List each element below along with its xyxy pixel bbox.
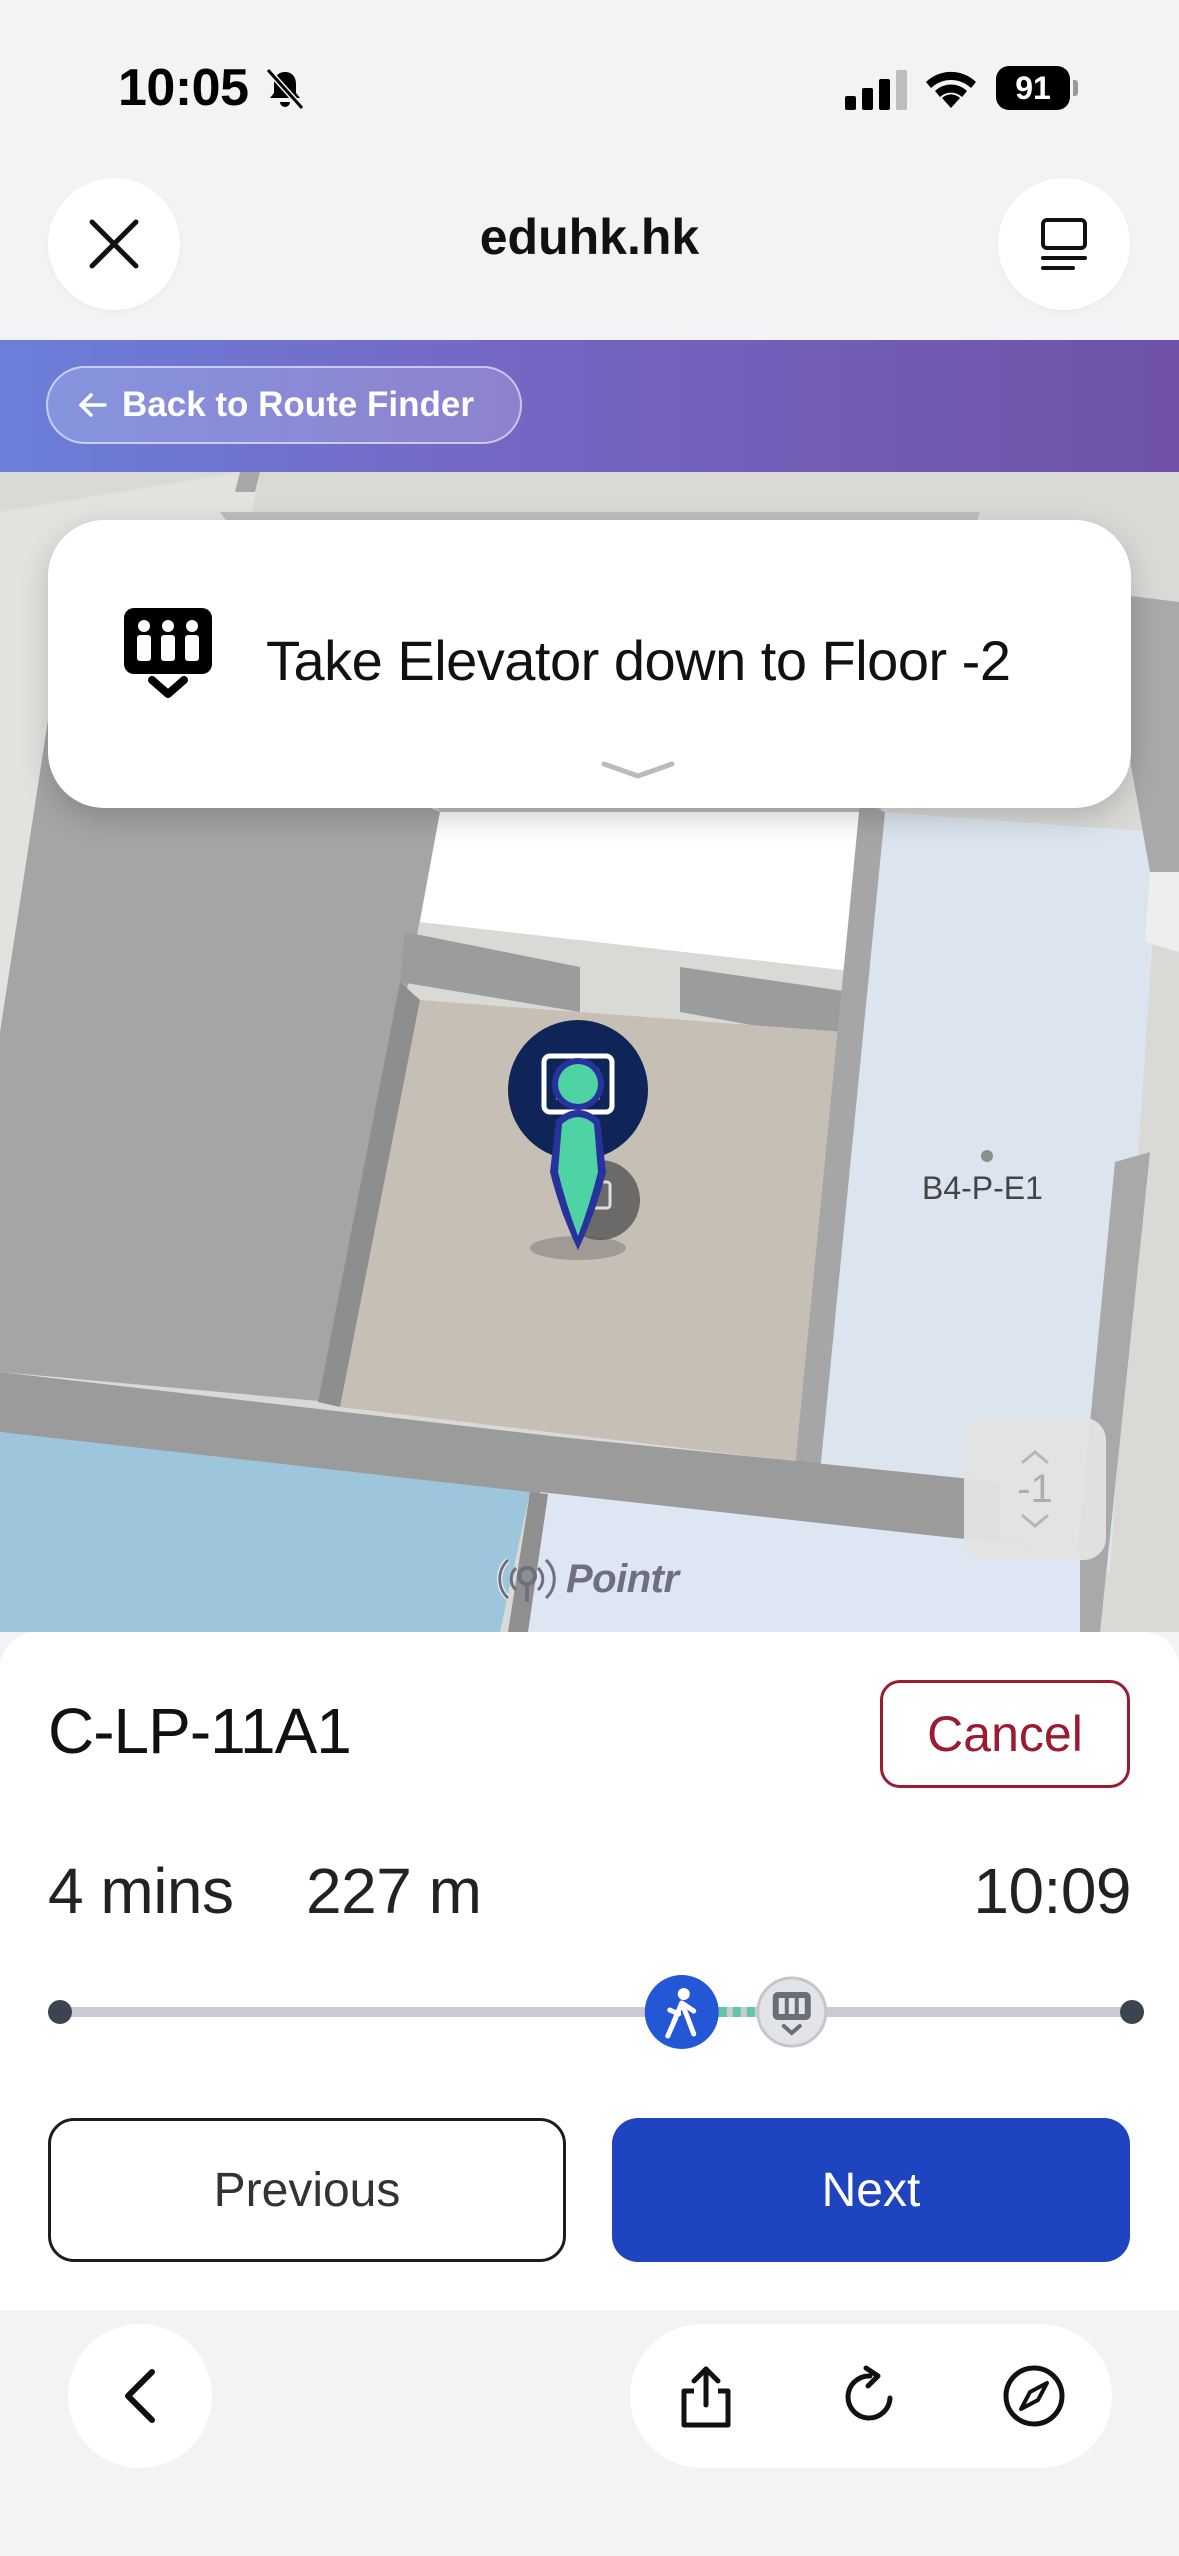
compass-icon [1003,2365,1065,2427]
reload-button[interactable] [834,2360,906,2432]
end-dot [1120,2000,1144,2024]
chevron-down-icon[interactable] [1020,1513,1050,1529]
instruction-text: Take Elevator down to Floor -2 [266,629,1011,692]
start-dot [48,2000,72,2024]
pointr-logo: Pointr [494,1544,684,1614]
route-duration: 4 mins [48,1855,234,1927]
wifi-icon [926,71,976,108]
arrow-left-icon [79,393,107,417]
battery-icon: 91 [996,66,1078,110]
route-banner: Back to Route Finder [0,340,1179,472]
next-button[interactable]: Next [612,2118,1130,2262]
indoor-map[interactable]: B4-P-E1 Take Elevator down to Floor -2 -… [0,472,1179,1632]
chevron-up-icon[interactable] [1020,1449,1050,1465]
elevator-step-icon [756,1976,828,2048]
back-to-route-finder-label: Back to Route Finder [122,385,474,424]
route-distance: 227 m [306,1855,482,1927]
compass-button[interactable] [998,2360,1070,2432]
cancel-button[interactable]: Cancel [880,1680,1130,1788]
status-bar: 10:05 91 [0,0,1179,150]
walking-person-icon [644,1975,719,2049]
floor-selector[interactable]: -1 [964,1418,1106,1560]
browser-back-button[interactable] [68,2324,212,2468]
pointr-icon [497,1558,556,1602]
chevron-down-icon[interactable] [598,758,678,782]
chevron-left-icon [125,2369,155,2423]
reader-icon [1041,218,1087,270]
browser-actions [630,2324,1112,2468]
browser-header: eduhk.hk [0,150,1179,340]
browser-toolbar [0,2310,1179,2556]
destination-name: C-LP-11A1 [48,1695,352,1767]
share-button[interactable] [670,2360,742,2432]
instruction-card[interactable]: Take Elevator down to Floor -2 [48,520,1131,808]
floor-level: -1 [1017,1467,1053,1511]
arrival-time: 10:09 [973,1855,1131,1927]
share-icon [681,2366,731,2428]
status-time: 10:05 [118,59,249,117]
route-progress [48,1975,1144,2049]
tabs-button[interactable] [998,178,1130,310]
cellular-signal-icon [845,70,907,110]
elevator-down-icon [124,608,212,698]
room-label: B4-P-E1 [922,1170,1043,1206]
reload-icon [845,2365,893,2421]
back-to-route-finder-button[interactable]: Back to Route Finder [46,366,522,444]
screen: 10:05 91 eduhk.hk Back to Route Finder B… [0,0,1179,2556]
battery-level: 91 [996,66,1070,110]
bell-muted-icon [265,67,305,111]
pointr-brand: Pointr [566,1556,679,1601]
previous-button[interactable]: Previous [48,2118,566,2262]
